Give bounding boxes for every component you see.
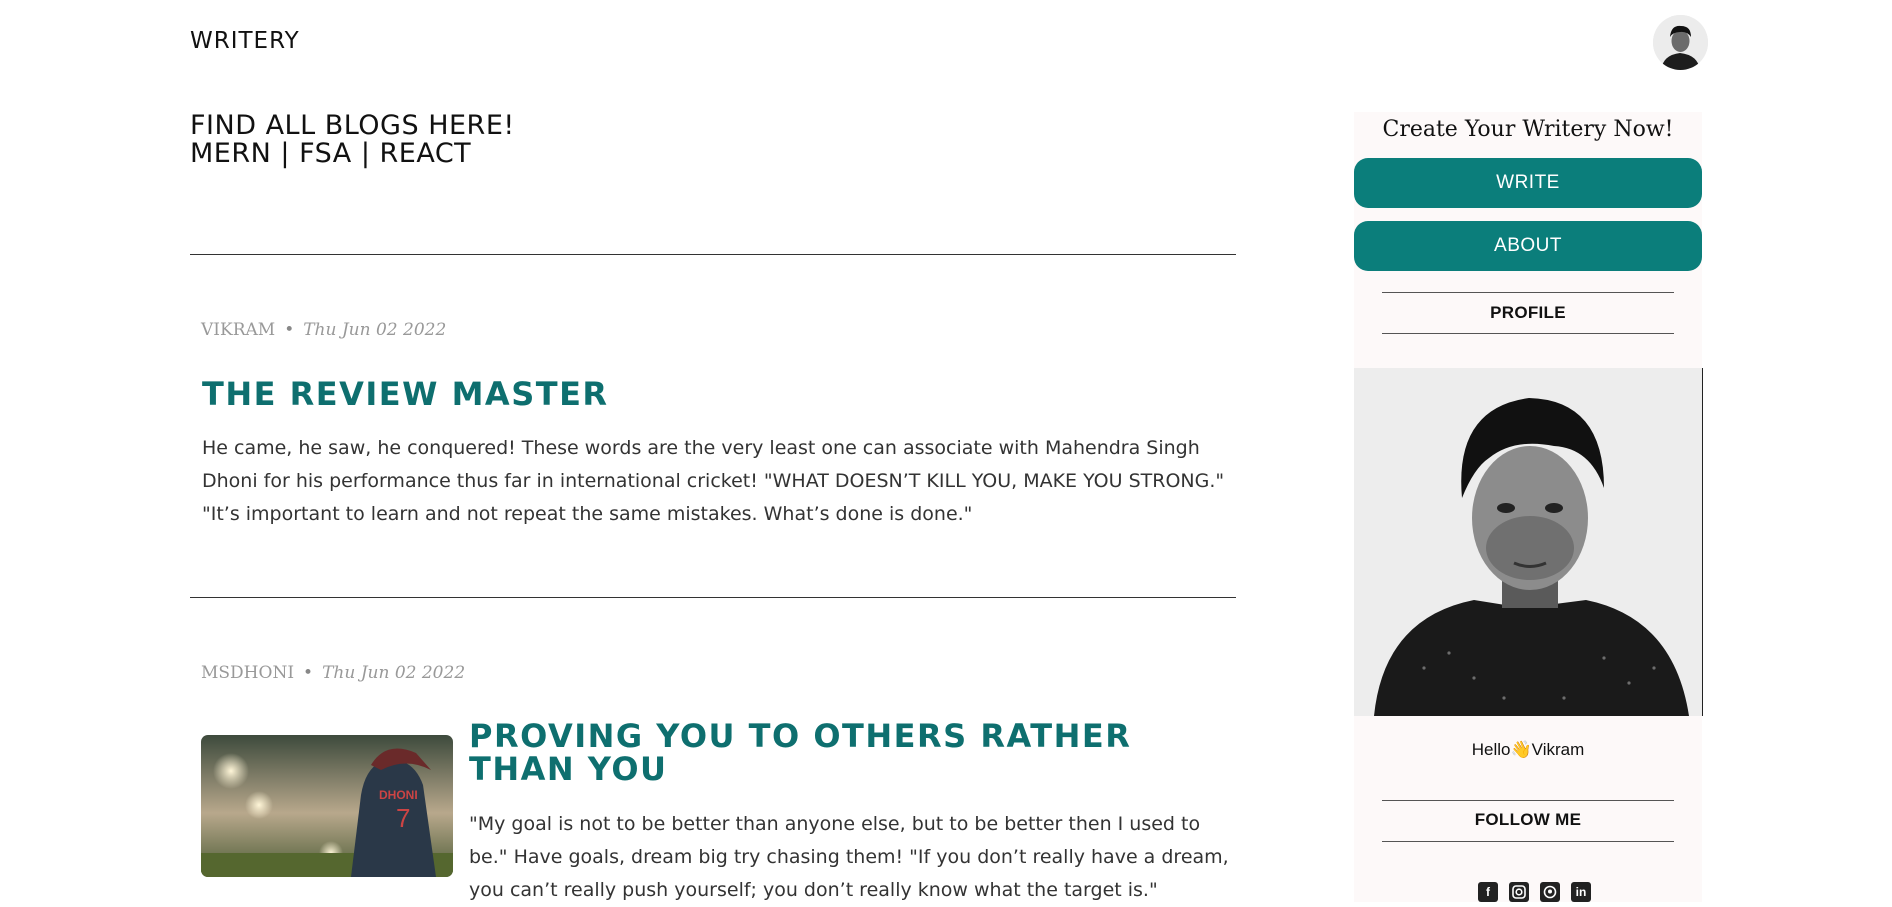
greeting-text: Hello👋Vikram bbox=[1471, 740, 1585, 759]
divider bbox=[1382, 841, 1674, 842]
about-button[interactable]: ABOUT bbox=[1354, 221, 1702, 271]
divider bbox=[190, 597, 1236, 598]
post-thumbnail[interactable]: DHONI 7 bbox=[201, 735, 453, 877]
page-headline: FIND ALL BLOGS HERE! MERN | FSA | REACT bbox=[190, 112, 515, 168]
profile-photo bbox=[1354, 368, 1703, 716]
headline-line-2: MERN | FSA | REACT bbox=[190, 138, 472, 169]
post-meta: VIKRAM • Thu Jun 02 2022 bbox=[201, 320, 446, 340]
svg-text:7: 7 bbox=[396, 803, 410, 833]
svg-text:DHONI: DHONI bbox=[379, 788, 418, 802]
divider bbox=[1382, 292, 1674, 293]
social-links: f in bbox=[1478, 882, 1591, 902]
post-author[interactable]: MSDHONI bbox=[201, 663, 294, 683]
divider bbox=[190, 254, 1236, 255]
avatar[interactable] bbox=[1653, 15, 1708, 70]
post-excerpt: He came, he saw, he conquered! These wor… bbox=[202, 437, 1225, 525]
profile-image bbox=[1354, 368, 1702, 716]
post-date: Thu Jun 02 2022 bbox=[322, 663, 466, 683]
separator-dot: • bbox=[303, 663, 314, 683]
post-title[interactable]: PROVING YOU TO OTHERS RATHER THAN YOU bbox=[469, 720, 1229, 786]
headline-line-1: FIND ALL BLOGS HERE! bbox=[190, 110, 515, 141]
profile-heading: PROFILE bbox=[1490, 303, 1566, 322]
brand-logo[interactable]: WRITERY bbox=[190, 28, 300, 54]
follow-heading: FOLLOW ME bbox=[1474, 810, 1582, 829]
sidebar: Create Your Writery Now! WRITE ABOUT PRO… bbox=[1354, 112, 1703, 902]
avatar-image bbox=[1653, 15, 1708, 70]
post-author[interactable]: VIKRAM bbox=[201, 320, 275, 340]
post-date: Thu Jun 02 2022 bbox=[303, 320, 447, 340]
divider bbox=[1382, 800, 1674, 801]
facebook-icon[interactable]: f bbox=[1478, 882, 1498, 902]
separator-dot: • bbox=[284, 320, 295, 340]
sidebar-title: Create Your Writery Now! bbox=[1382, 117, 1674, 142]
post-thumbnail-image: DHONI 7 bbox=[201, 735, 453, 877]
divider bbox=[1382, 333, 1674, 334]
linkedin-icon[interactable]: in bbox=[1571, 882, 1591, 902]
post-excerpt: "My goal is not to be better than anyone… bbox=[469, 813, 1229, 901]
instagram-icon[interactable] bbox=[1509, 882, 1529, 902]
post-title[interactable]: THE REVIEW MASTER bbox=[202, 378, 1222, 411]
github-icon[interactable] bbox=[1540, 882, 1560, 902]
write-button[interactable]: WRITE bbox=[1354, 158, 1702, 208]
post-meta: MSDHONI • Thu Jun 02 2022 bbox=[201, 663, 465, 683]
